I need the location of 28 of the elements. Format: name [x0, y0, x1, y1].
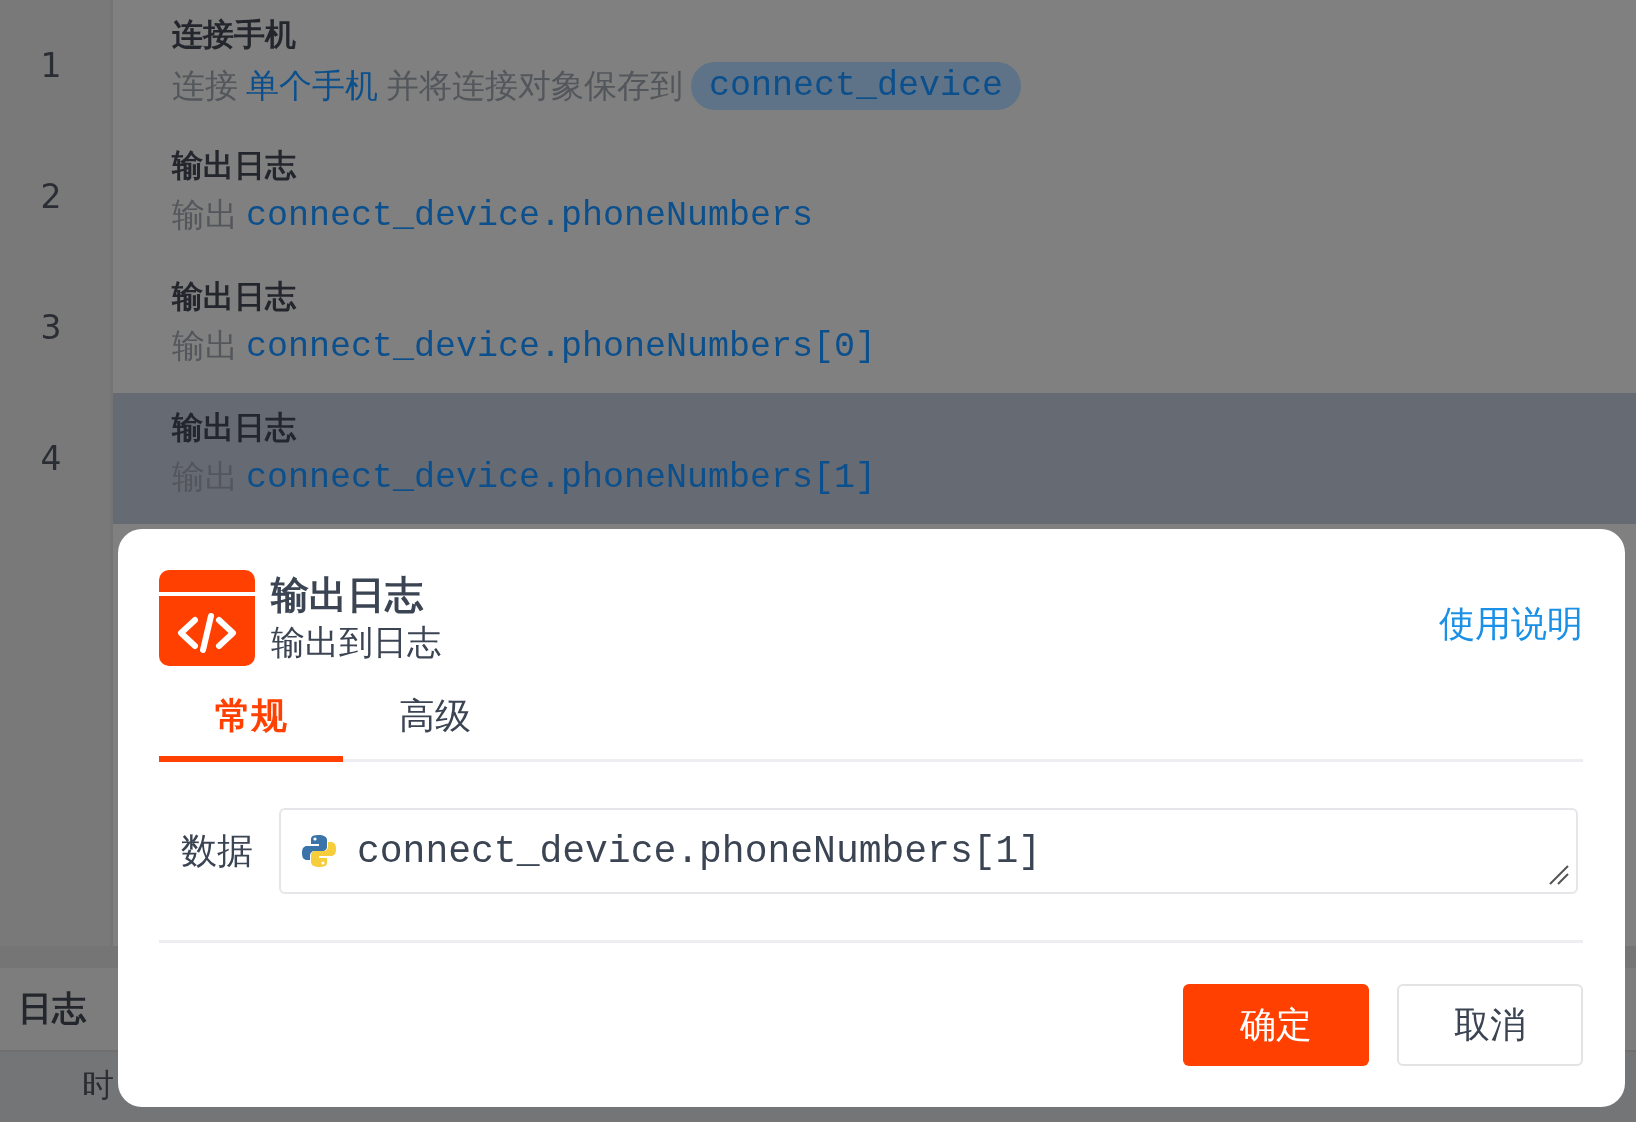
step-title: 输出日志: [172, 277, 296, 316]
help-link[interactable]: 使用说明: [1439, 599, 1583, 649]
step-title: 输出日志: [172, 408, 296, 447]
cancel-button[interactable]: 取消: [1397, 984, 1583, 1066]
line-number: 1: [40, 46, 62, 85]
field-value: connect_device.phoneNumbers[1]: [357, 829, 1042, 873]
log-text: 时: [82, 1066, 114, 1104]
code-input-field[interactable]: connect_device.phoneNumbers[1]: [279, 808, 1578, 894]
tab[interactable]: 高级: [343, 677, 527, 762]
confirm-button[interactable]: 确定: [1183, 984, 1369, 1066]
code-expression: connect_device.phoneNumbers[0]: [246, 326, 877, 367]
python-icon: [301, 833, 337, 869]
step-title: 输出日志: [172, 146, 296, 185]
device-link[interactable]: 单个手机: [246, 63, 378, 109]
tab[interactable]: 常规: [159, 677, 343, 762]
panel-title: 日志: [18, 987, 86, 1030]
code-expression: connect_device.phoneNumbers[1]: [246, 457, 877, 498]
variable-tag: connect_device: [691, 62, 1022, 110]
line-number: 2: [40, 177, 62, 216]
dialog-title: 输出日志: [271, 572, 423, 619]
line-number: 4: [40, 439, 62, 478]
resize-handle-icon[interactable]: [1548, 864, 1570, 886]
dialog-subtitle: 输出到日志: [271, 621, 441, 664]
line-number: 3: [40, 308, 62, 347]
code-expression: connect_device.phoneNumbers: [246, 195, 814, 236]
code-icon: [159, 570, 255, 666]
field-label: 数据: [181, 828, 253, 873]
step-title: 连接手机: [172, 15, 296, 54]
